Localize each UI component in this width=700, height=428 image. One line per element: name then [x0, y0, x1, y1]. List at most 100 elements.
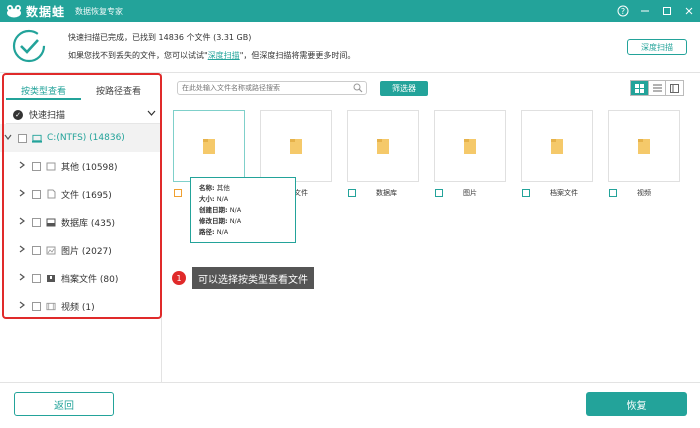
- footer-bar: 返回 恢复: [0, 382, 700, 428]
- app-name: 数据蛙: [26, 4, 66, 19]
- tooltip-value: N/A: [216, 195, 229, 203]
- tree-item-checkbox[interactable]: [32, 273, 41, 283]
- tree-item-checkbox[interactable]: [32, 161, 41, 171]
- minimize-icon[interactable]: [634, 0, 656, 22]
- scan-hint: 如果您找不到丢失的文件，您可以试试"深度扫描"，但深度扫描将需要更多时间。: [68, 50, 355, 61]
- tooltip-label: 大小:: [199, 195, 215, 203]
- folder-tile[interactable]: [608, 110, 680, 182]
- tree-item-documents[interactable]: 文件 (1695): [0, 180, 160, 208]
- folder-checkbox[interactable]: [174, 189, 182, 197]
- archive-icon: [46, 274, 56, 283]
- tree-item-label: 文件 (1695): [61, 190, 112, 201]
- quick-scan-label: 快速扫描: [29, 111, 66, 121]
- folder-name: 图片: [463, 189, 477, 197]
- tree-item-database[interactable]: 数据库 (435): [0, 208, 160, 236]
- chevron-right-icon[interactable]: [17, 273, 27, 284]
- deep-scan-button[interactable]: 深度扫描: [627, 39, 687, 55]
- close-icon[interactable]: [678, 0, 700, 22]
- tooltip-value: N/A: [229, 206, 242, 214]
- tree-item-archives[interactable]: 档案文件 (80): [0, 264, 160, 292]
- chevron-right-icon[interactable]: [17, 189, 27, 200]
- tree-item-label: 视频 (1): [61, 302, 95, 313]
- folder-tile[interactable]: [347, 110, 419, 182]
- folder-name: 数据库: [376, 189, 397, 197]
- help-icon[interactable]: ?: [612, 0, 634, 22]
- folder-icon: [551, 139, 563, 154]
- folder-checkbox[interactable]: [609, 189, 617, 197]
- drive-label: C:(NTFS) (14836): [47, 133, 125, 143]
- tooltip-value: N/A: [216, 228, 229, 236]
- folder-caption: 数据库: [348, 188, 397, 198]
- tooltip-value: 其他: [216, 184, 230, 192]
- tree-item-label: 图片 (2027): [61, 246, 112, 257]
- tree-item-checkbox[interactable]: [32, 301, 41, 311]
- tree-item-label: 档案文件 (80): [61, 274, 119, 285]
- folder-tile[interactable]: [434, 110, 506, 182]
- view-mode-toggle: [630, 80, 684, 96]
- list-view-icon[interactable]: [649, 81, 667, 95]
- scan-hint-suffix: "，但深度扫描将需要更多时间。: [239, 51, 356, 60]
- quick-scan-selector[interactable]: ✓ 快速扫描: [6, 106, 160, 124]
- tutorial-callout: 1 可以选择按类型查看文件: [172, 267, 314, 289]
- chevron-right-icon[interactable]: [17, 217, 27, 228]
- chevron-right-icon[interactable]: [17, 301, 27, 312]
- chevron-right-icon[interactable]: [17, 245, 27, 256]
- folder-icon: [377, 139, 389, 154]
- view-tabs: 按类型查看 按路径查看: [6, 80, 156, 100]
- chevron-down-icon[interactable]: [147, 109, 156, 119]
- folder-name: 档案文件: [550, 189, 578, 197]
- folder-caption: 文件: [294, 188, 308, 198]
- chevron-right-icon[interactable]: [17, 161, 27, 172]
- folder-icon: [290, 139, 302, 154]
- back-button[interactable]: 返回: [14, 392, 114, 416]
- detail-view-icon[interactable]: [666, 81, 683, 95]
- logo: 数据蛙 数据恢复专家: [6, 3, 123, 20]
- folder-name: 文件: [294, 189, 308, 197]
- tree-item-checkbox[interactable]: [32, 245, 41, 255]
- tree-item-label: 其他 (10598): [61, 162, 118, 173]
- other-icon: [46, 162, 56, 171]
- title-bar: 数据蛙 数据恢复专家 ?: [0, 0, 700, 22]
- folder-caption: 图片: [435, 188, 477, 198]
- tab-by-path[interactable]: 按路径查看: [81, 80, 156, 100]
- tree-item-checkbox[interactable]: [32, 217, 41, 227]
- tooltip-label: 名称:: [199, 184, 215, 192]
- tooltip-label: 创建日期:: [199, 206, 228, 214]
- grid-view-icon[interactable]: [631, 81, 649, 95]
- maximize-icon[interactable]: [656, 0, 678, 22]
- video-icon: [46, 302, 56, 311]
- deep-scan-link[interactable]: 深度扫描: [208, 51, 240, 60]
- tree-item-other[interactable]: 其他 (10598): [0, 152, 160, 180]
- folder-checkbox[interactable]: [522, 189, 530, 197]
- scan-hint-prefix: 如果您找不到丢失的文件，您可以试试": [68, 51, 208, 60]
- tree-item-videos[interactable]: 视频 (1): [0, 292, 160, 320]
- image-icon: [46, 246, 56, 255]
- drive-checkbox[interactable]: [18, 133, 27, 143]
- tree-item-checkbox[interactable]: [32, 189, 41, 199]
- document-icon: [46, 189, 56, 199]
- folder-checkbox[interactable]: [435, 189, 443, 197]
- search-box[interactable]: [177, 81, 367, 95]
- restore-button[interactable]: 恢复: [586, 392, 687, 416]
- folder-caption: 视频: [609, 188, 651, 198]
- folder-tile[interactable]: [521, 110, 593, 182]
- folder-icon: [203, 139, 215, 154]
- folder-tile[interactable]: [173, 110, 245, 182]
- database-icon: [46, 218, 56, 227]
- folder-icon: [464, 139, 476, 154]
- folder-icon: [638, 139, 650, 154]
- search-input[interactable]: [178, 84, 348, 92]
- drive-tree-row[interactable]: C:(NTFS) (14836): [0, 124, 160, 152]
- chevron-down-icon[interactable]: [3, 133, 13, 143]
- tooltip-value: N/A: [229, 217, 242, 225]
- tab-by-type[interactable]: 按类型查看: [6, 80, 81, 100]
- folder-checkbox[interactable]: [348, 189, 356, 197]
- search-icon[interactable]: [353, 83, 363, 96]
- svg-text:?: ?: [621, 7, 625, 16]
- folder-tile[interactable]: [260, 110, 332, 182]
- folder-name: 视频: [637, 189, 651, 197]
- tooltip-label: 修改日期:: [199, 217, 228, 225]
- tree-item-images[interactable]: 图片 (2027): [0, 236, 160, 264]
- filter-button[interactable]: 筛选器: [380, 81, 428, 96]
- callout-text: 可以选择按类型查看文件: [192, 267, 314, 289]
